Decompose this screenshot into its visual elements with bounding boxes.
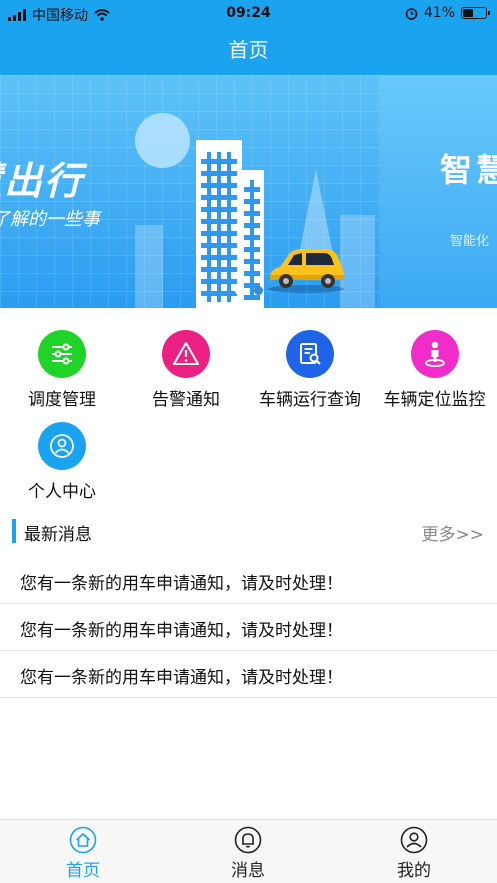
menu-label: 告警通知	[152, 390, 220, 410]
menu-item-dispatch[interactable]: 调度管理	[0, 320, 124, 410]
banner-next-subtitle: 智能化	[450, 234, 490, 249]
home-icon	[69, 826, 97, 854]
banner-slide-2-bg	[380, 75, 497, 308]
bottom-tab-bar: 首页 消息 我的	[0, 819, 497, 883]
user-icon	[38, 422, 86, 470]
banner-carousel[interactable]: 智慧出行 了解的一些事 智慧 智能化	[0, 75, 497, 308]
tab-messages[interactable]: 消息	[198, 826, 298, 881]
bell-icon	[234, 826, 262, 854]
carousel-indicator	[0, 286, 497, 295]
banner-subtitle-clip: 了解的一些事	[0, 205, 110, 235]
document-search-icon	[286, 330, 334, 378]
more-link[interactable]: 更多>>	[422, 520, 485, 545]
news-item-text: 您有一条新的用车申请通知，请及时处理！	[20, 621, 343, 641]
location-person-icon	[410, 330, 459, 378]
tab-home[interactable]: 首页	[33, 826, 133, 881]
section-accent-bar	[12, 519, 16, 543]
carousel-dot[interactable]	[234, 286, 244, 295]
profile-icon	[400, 826, 428, 854]
menu-label: 个人中心	[28, 482, 96, 502]
building-graphic	[135, 225, 163, 308]
banner-title-clip: 智慧出行	[0, 150, 105, 200]
moon-graphic	[135, 113, 190, 168]
page-title: 首页	[0, 27, 497, 75]
news-item-text: 您有一条新的用车申请通知，请及时处理！	[20, 574, 343, 594]
sliders-icon	[38, 330, 86, 378]
news-item[interactable]: 您有一条新的用车申请通知，请及时处理！	[0, 604, 497, 651]
building-graphic	[196, 140, 242, 308]
menu-item-alerts[interactable]: 告警通知	[124, 320, 248, 410]
menu-item-vehicle-location[interactable]: 车辆定位监控	[372, 320, 497, 410]
tab-mine[interactable]: 我的	[364, 826, 464, 881]
menu-label: 调度管理	[28, 390, 96, 410]
banner-next-title: 智慧	[440, 151, 497, 189]
menu-label: 车辆定位监控	[383, 390, 486, 410]
news-section-title: 最新消息	[24, 525, 92, 545]
status-right: 41%	[405, 5, 490, 21]
menu-item-vehicle-query[interactable]: 车辆运行查询	[248, 320, 372, 410]
menu-item-personal-center[interactable]: 个人中心	[0, 412, 124, 502]
banner-title: 智慧出行	[0, 159, 85, 200]
menu-label: 车辆运行查询	[259, 390, 361, 410]
tab-label: 首页	[66, 861, 100, 881]
battery-icon	[461, 7, 490, 19]
carousel-dot[interactable]	[253, 286, 263, 295]
battery-percent: 41%	[423, 5, 455, 21]
warning-icon	[162, 330, 210, 378]
alarm-icon	[405, 7, 418, 20]
news-item[interactable]: 您有一条新的用车申请通知，请及时处理！	[0, 557, 497, 604]
news-item[interactable]: 您有一条新的用车申请通知，请及时处理！	[0, 651, 497, 698]
banner-subtitle: 了解的一些事	[0, 209, 100, 230]
tab-label: 消息	[231, 861, 265, 881]
news-section-header: 最新消息 更多>>	[12, 516, 497, 546]
tab-label: 我的	[397, 861, 431, 881]
status-bar: 中国移动 09:24 41%	[0, 0, 497, 27]
news-item-text: 您有一条新的用车申请通知，请及时处理！	[20, 668, 343, 688]
